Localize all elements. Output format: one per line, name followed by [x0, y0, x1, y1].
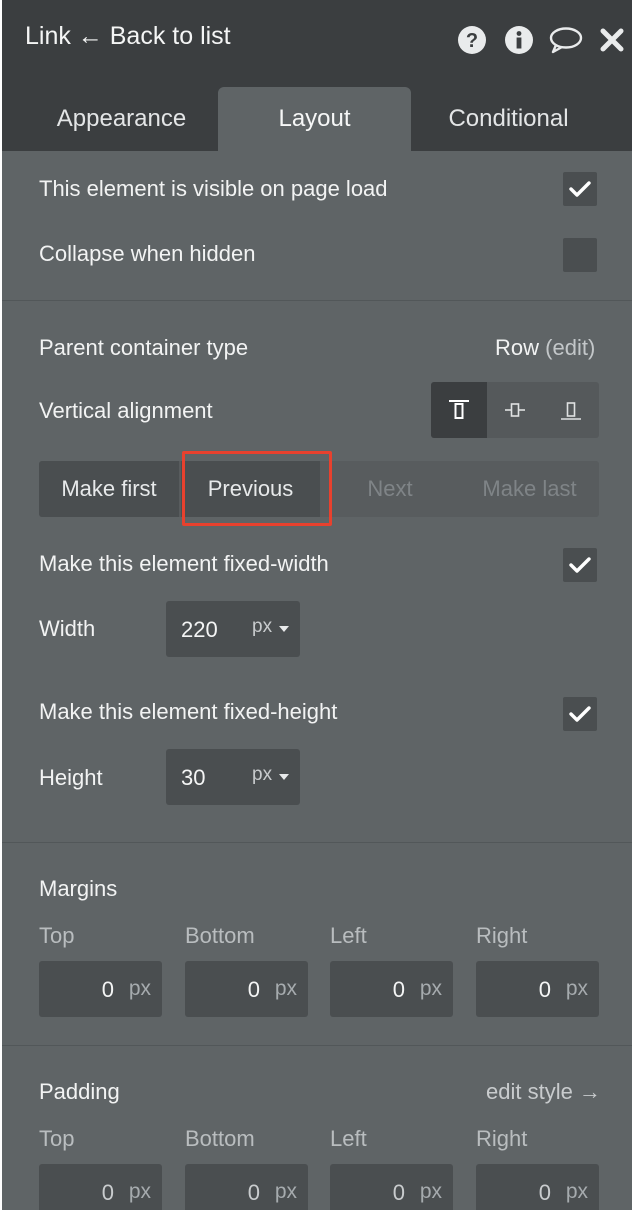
tab-appearance[interactable]: Appearance [25, 87, 218, 151]
align-bottom-icon [561, 402, 581, 420]
width-label: Width [39, 616, 96, 641]
height-input[interactable]: 30 px [166, 749, 300, 805]
margin-bottom-unit: px [274, 977, 297, 1000]
panel-title: Link ← Back to list [25, 22, 231, 50]
comment-icon[interactable] [549, 26, 583, 54]
margin-right-input[interactable]: 0 px [476, 961, 599, 1017]
margin-left-value: 0 [392, 977, 405, 1002]
align-top-icon [449, 400, 469, 419]
svg-text:?: ? [466, 30, 478, 52]
align-bottom-button[interactable] [543, 382, 599, 438]
fixed-height-checkbox[interactable] [563, 697, 597, 731]
help-icon[interactable]: ? [458, 26, 486, 54]
checkmark-icon [569, 557, 591, 573]
padding-right-input[interactable]: 0 px [476, 1164, 599, 1210]
margin-top-unit: px [128, 977, 151, 1000]
margin-right-unit: px [565, 977, 588, 1000]
padding-bottom-input[interactable]: 0 px [185, 1164, 308, 1210]
padding-left-label: Left [330, 1126, 367, 1151]
section-divider [2, 300, 632, 301]
visible-on-load-label: This element is visible on page load [39, 176, 388, 201]
padding-bottom-label: Bottom [185, 1126, 255, 1151]
visible-on-load-checkbox[interactable] [563, 172, 597, 206]
padding-top-input[interactable]: 0 px [39, 1164, 162, 1210]
collapse-when-hidden-checkbox[interactable] [563, 238, 597, 272]
margin-top-input[interactable]: 0 px [39, 961, 162, 1017]
next-button[interactable]: Next [320, 461, 460, 517]
padding-bottom-value: 0 [247, 1180, 260, 1205]
width-input[interactable]: 220 px [166, 601, 300, 657]
vertical-alignment-label: Vertical alignment [39, 398, 213, 423]
chevron-down-icon [279, 626, 289, 632]
margin-top-value: 0 [101, 977, 114, 1002]
checkmark-icon [569, 706, 591, 722]
padding-right-value: 0 [538, 1180, 551, 1205]
fixed-height-label: Make this element fixed-height [39, 699, 338, 724]
padding-left-value: 0 [392, 1180, 405, 1205]
height-value: 30 [181, 765, 206, 790]
width-unit-select[interactable]: px [252, 616, 272, 638]
tab-bar: Appearance Layout Conditional [2, 75, 632, 151]
info-icon[interactable] [505, 26, 533, 54]
close-icon[interactable] [599, 26, 625, 54]
padding-left-unit: px [419, 1180, 442, 1203]
parent-container-type-value: Row (edit) [495, 335, 595, 361]
margin-left-label: Left [330, 923, 367, 948]
height-label: Height [39, 765, 103, 790]
checkmark-icon [569, 181, 591, 197]
padding-title: Padding [39, 1079, 120, 1104]
panel-header: Link ← Back to list ? [2, 0, 632, 75]
container-type-value: Row [495, 335, 540, 360]
margins-title: Margins [39, 876, 118, 901]
chevron-down-icon [279, 774, 289, 780]
margin-top-label: Top [39, 923, 75, 948]
section-divider [2, 842, 632, 843]
height-unit-select[interactable]: px [252, 764, 272, 786]
padding-left-input[interactable]: 0 px [330, 1164, 453, 1210]
collapse-when-hidden-label: Collapse when hidden [39, 241, 256, 266]
align-top-button[interactable] [431, 382, 487, 438]
edit-style-link[interactable]: edit style → [486, 1079, 601, 1105]
vertical-alignment-selector [431, 382, 599, 438]
parent-container-type-label: Parent container type [39, 335, 249, 360]
align-middle-button[interactable] [487, 382, 543, 438]
padding-top-label: Top [39, 1126, 75, 1151]
tab-layout[interactable]: Layout [218, 87, 411, 151]
margin-right-label: Right [476, 923, 528, 948]
margin-right-value: 0 [538, 977, 551, 1002]
margin-left-unit: px [419, 977, 442, 1000]
property-editor-panel: Link ← Back to list ? Appearance Layout … [2, 0, 632, 1210]
make-first-button[interactable]: Make first [39, 461, 179, 517]
section-divider [2, 1045, 632, 1046]
align-middle-icon [505, 403, 525, 417]
element-order-buttons: Make first Previous Next Make last [39, 461, 599, 517]
padding-bottom-unit: px [274, 1180, 297, 1203]
tab-conditional[interactable]: Conditional [412, 87, 605, 151]
width-value: 220 [181, 617, 218, 642]
margin-left-input[interactable]: 0 px [330, 961, 453, 1017]
margin-bottom-label: Bottom [185, 923, 255, 948]
make-last-button[interactable]: Make last [460, 461, 599, 517]
padding-right-unit: px [565, 1180, 588, 1203]
padding-top-unit: px [128, 1180, 151, 1203]
margin-bottom-input[interactable]: 0 px [185, 961, 308, 1017]
previous-button[interactable]: Previous [181, 461, 320, 517]
fixed-width-checkbox[interactable] [563, 548, 597, 582]
padding-top-value: 0 [101, 1180, 114, 1205]
margin-bottom-value: 0 [247, 977, 260, 1002]
fixed-width-label: Make this element fixed-width [39, 551, 329, 576]
container-type-edit-link[interactable]: (edit) [545, 335, 595, 360]
padding-right-label: Right [476, 1126, 528, 1151]
